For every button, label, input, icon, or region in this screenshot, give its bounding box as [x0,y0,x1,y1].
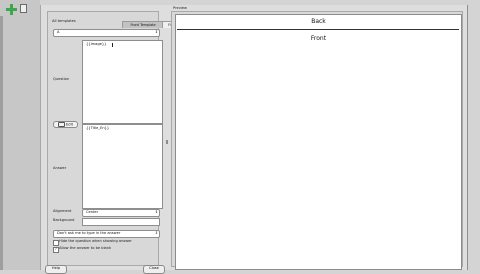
answer-textarea[interactable]: {{Title_En}} [82,124,163,209]
edit-icon [58,122,66,127]
background-color-field[interactable] [82,218,160,226]
chevron-updown-icon: ⇕ [154,231,158,235]
alignment-value: Center [86,210,99,214]
background-label: Background [53,218,75,222]
check-icon: ✓ [54,247,58,251]
hide-question-label: Hide the question when showing answer [59,239,132,243]
toolbar-strip [0,0,40,270]
allow-blank-label: Allow the answer to be blank [59,246,112,250]
preview-card [175,14,462,270]
text-caret [112,43,113,47]
alignment-label: Alignment [53,209,72,213]
question-text: {{Image}} [86,42,107,46]
template-select-value: A [57,30,60,34]
panel-splitter-handle[interactable] [166,140,168,144]
typing-answer-select[interactable]: Don't ask me to type in the answer ⇕ [53,230,160,238]
template-select[interactable]: A ⇕ [53,29,160,37]
preview-label: Preview [173,6,187,10]
preview-front-text: Front [310,35,327,42]
question-label: Question [53,77,70,81]
answer-text: {{Title_En}} [86,126,110,130]
answer-label: Answer [53,166,67,170]
edit-button-label: Edit [66,122,73,127]
alignment-select[interactable]: Center ⇕ [82,209,160,217]
preview-divider [177,29,459,30]
window-edge [0,16,3,270]
document-icon[interactable] [20,4,27,13]
all-templates-label: All templates [52,19,76,23]
edit-button[interactable]: Edit [53,121,78,128]
chevron-updown-icon: ⇕ [154,30,158,34]
question-textarea[interactable]: {{Image}} [82,40,163,124]
typing-answer-value: Don't ask me to type in the answer [57,231,121,235]
tab-front-template[interactable]: Front Template [122,21,164,28]
plus-icon[interactable] [6,4,17,15]
chevron-updown-icon: ⇕ [154,210,158,214]
preview-back-text: Back [311,18,326,25]
